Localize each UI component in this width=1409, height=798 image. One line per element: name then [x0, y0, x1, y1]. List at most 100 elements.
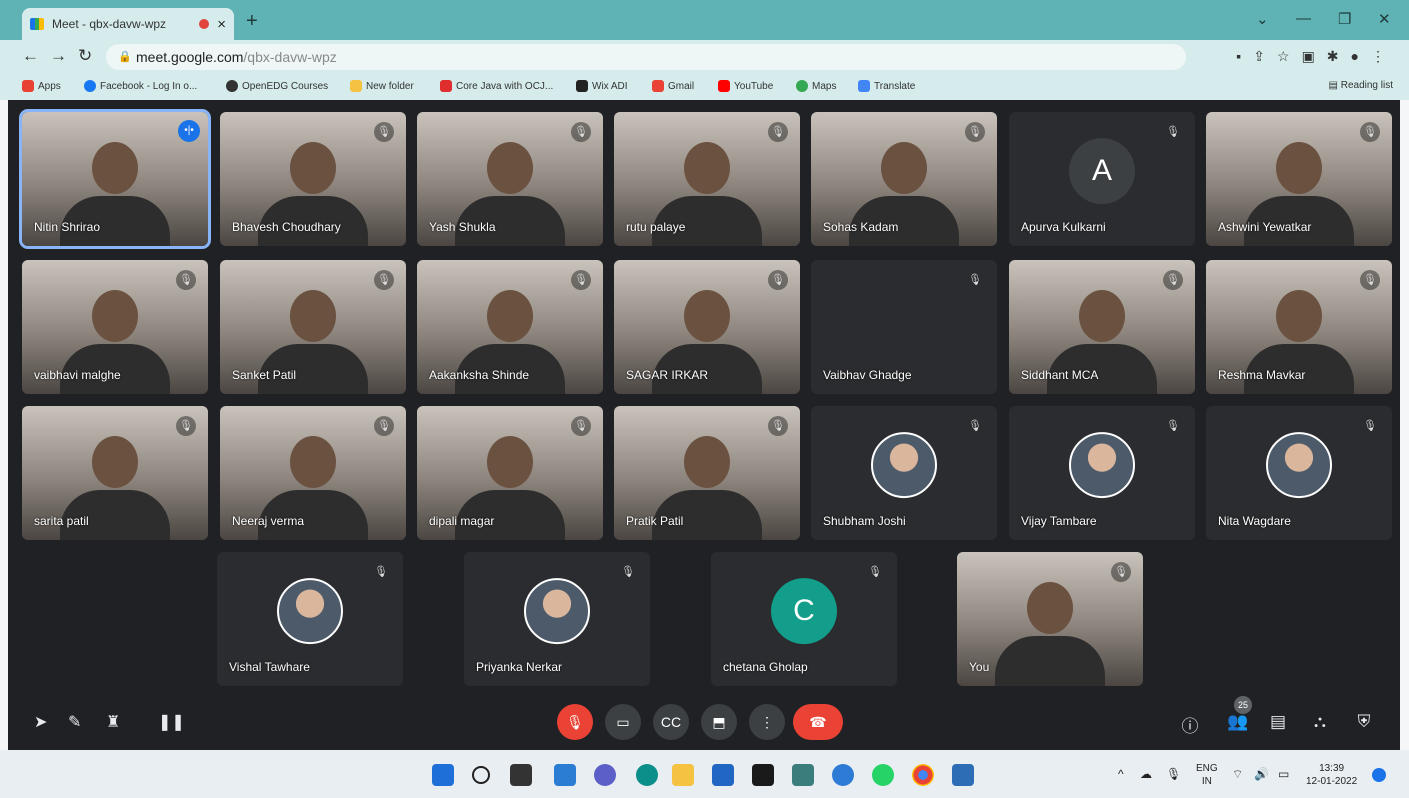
battery-icon[interactable]: ▭	[1278, 768, 1289, 781]
participant-tile[interactable]: 🎙 Reshma Mavkar	[1206, 260, 1392, 394]
participant-tile[interactable]: 🎙 You	[957, 552, 1143, 686]
address-bar-row: ← → ↻ 🔒 meet.google.com/qbx-davw-wpz ▪ ⇪…	[0, 40, 1409, 74]
participant-tile[interactable]: 🎙 Nita Wagdare	[1206, 406, 1392, 540]
bookmark-core-java[interactable]: Core Java with OCJ...	[440, 80, 553, 92]
browser-titlebar: Meet - qbx-davw-wpz × + ⌄ — ❐ ✕	[0, 0, 1409, 40]
participant-tile[interactable]: •|• Nitin Shrirao	[19, 109, 211, 249]
bookmark-facebook[interactable]: Facebook - Log In o...	[84, 80, 197, 92]
participant-tile[interactable]: C 🎙 chetana Gholap	[711, 552, 897, 686]
minimize-button[interactable]: —	[1296, 10, 1311, 27]
widgets-icon[interactable]	[554, 764, 576, 786]
participant-tile[interactable]: 🎙 rutu palaye	[614, 112, 800, 246]
participant-tile[interactable]: 🎙 Bhavesh Choudhary	[220, 112, 406, 246]
language-indicator[interactable]: ENG IN	[1196, 762, 1218, 788]
bookmark-translate[interactable]: Translate	[858, 80, 915, 92]
people-icon[interactable]: 👥	[1224, 712, 1252, 732]
search-icon[interactable]	[472, 766, 490, 784]
extension-icon[interactable]: ▣	[1302, 48, 1315, 65]
share-icon[interactable]: ⇪	[1253, 48, 1265, 65]
store-icon[interactable]	[712, 764, 734, 786]
app-icon[interactable]	[792, 764, 814, 786]
participant-tile[interactable]: 🎙 Pratik Patil	[614, 406, 800, 540]
puzzle-icon[interactable]: ✱	[1327, 48, 1339, 65]
participant-name: Sohas Kadam	[823, 220, 899, 234]
present-button[interactable]: ⬒	[701, 704, 737, 740]
mic-off-button[interactable]: 🎙	[557, 704, 593, 740]
camera-icon[interactable]: ▪	[1236, 48, 1241, 65]
task-view-icon[interactable]	[510, 764, 532, 786]
info-icon[interactable]: ⓘ	[1176, 712, 1204, 737]
close-window-button[interactable]: ✕	[1378, 10, 1391, 28]
back-button[interactable]: ←	[22, 46, 39, 66]
bookmark-gmail[interactable]: Gmail	[652, 80, 694, 92]
profile-avatar[interactable]: ●	[1351, 48, 1359, 65]
participant-tile[interactable]: 🎙 dipali magar	[417, 406, 603, 540]
bookmark-maps[interactable]: Maps	[796, 80, 836, 92]
participant-tile[interactable]: 🎙 Yash Shukla	[417, 112, 603, 246]
notification-icon[interactable]	[1372, 768, 1386, 782]
chrome-icon[interactable]	[912, 764, 934, 786]
help-icon[interactable]	[832, 764, 854, 786]
participant-tile[interactable]: 🎙 sarita patil	[22, 406, 208, 540]
participant-tile[interactable]: 🎙 vaibhavi malghe	[22, 260, 208, 394]
bookmark-openedg[interactable]: OpenEDG Courses	[226, 80, 328, 92]
bookmark-apps[interactable]: Apps	[22, 80, 61, 92]
browser-tab[interactable]: Meet - qbx-davw-wpz ×	[22, 8, 234, 40]
participant-tile[interactable]: 🎙 Siddhant MCA	[1009, 260, 1195, 394]
forward-button[interactable]: →	[50, 46, 67, 66]
captions-button[interactable]: CC	[653, 704, 689, 740]
chat-icon[interactable]: ▤	[1264, 712, 1292, 732]
tray-chevron-icon[interactable]: ^	[1118, 768, 1124, 781]
bookmark-new-folder[interactable]: New folder	[350, 80, 414, 92]
highlighter-icon[interactable]: ♜	[106, 712, 120, 732]
participant-tile[interactable]: 🎙 Ashwini Yewatkar	[1206, 112, 1392, 246]
dropbox-icon[interactable]	[752, 764, 774, 786]
pen-icon[interactable]: ✎	[68, 712, 81, 732]
participant-tile[interactable]: 🎙 Priyanka Nerkar	[464, 552, 650, 686]
photos-icon[interactable]	[952, 764, 974, 786]
edge-icon[interactable]	[636, 764, 658, 786]
url-field[interactable]: 🔒 meet.google.com/qbx-davw-wpz	[106, 44, 1186, 70]
participant-name: rutu palaye	[626, 220, 686, 234]
participant-tile[interactable]: 🎙 Neeraj verma	[220, 406, 406, 540]
activities-icon[interactable]: ⛬	[1306, 712, 1334, 732]
new-tab-button[interactable]: +	[246, 10, 258, 33]
reading-list[interactable]: ▤ Reading list	[1329, 80, 1394, 91]
volume-icon[interactable]: 🔊	[1254, 768, 1269, 781]
participant-tile[interactable]: 🎙 SAGAR IRKAR	[614, 260, 800, 394]
star-icon[interactable]: ☆	[1277, 48, 1290, 65]
participant-tile[interactable]: A 🎙 Apurva Kulkarni	[1009, 112, 1195, 246]
mic-muted-icon: 🎙	[1166, 126, 1180, 138]
windows-taskbar: ^ ☁ 🎙 ENG IN ⌔ 🔊 ▭ 13:39 12-01-2022	[0, 750, 1409, 798]
participant-tile[interactable]: 🎙 Vishal Tawhare	[217, 552, 403, 686]
participant-tile[interactable]: 🎙 Sanket Patil	[220, 260, 406, 394]
participant-tile[interactable]: 🎙 Sohas Kadam	[811, 112, 997, 246]
more-icon[interactable]: ⋮	[1371, 48, 1385, 65]
leave-call-button[interactable]: ☎	[793, 704, 843, 740]
participant-tile[interactable]: 🎙 Shubham Joshi	[811, 406, 997, 540]
teams-chat-icon[interactable]	[594, 764, 616, 786]
bookmark-wix[interactable]: Wix ADI	[576, 80, 628, 92]
participant-tile[interactable]: 🎙 Vaibhav Ghadge	[811, 260, 997, 394]
reload-button[interactable]: ↻	[78, 46, 92, 66]
participant-name: Nitin Shrirao	[34, 220, 101, 234]
more-options-button[interactable]: ⋮	[749, 704, 785, 740]
participant-tile[interactable]: 🎙 Aakanksha Shinde	[417, 260, 603, 394]
tray-app-icon[interactable]: ☁	[1140, 768, 1152, 781]
bookmark-youtube[interactable]: YouTube	[718, 80, 773, 92]
close-tab-icon[interactable]: ×	[217, 16, 226, 33]
chevron-down-icon[interactable]: ⌄	[1256, 10, 1269, 28]
cursor-icon[interactable]: ➤	[34, 712, 47, 732]
host-controls-icon[interactable]: ⛨	[1350, 712, 1378, 732]
clock[interactable]: 13:39 12-01-2022	[1306, 762, 1357, 788]
windows-start-icon[interactable]	[432, 764, 454, 786]
whatsapp-icon[interactable]	[872, 764, 894, 786]
participant-tile[interactable]: 🎙 Vijay Tambare	[1009, 406, 1195, 540]
language-code: ENG	[1196, 763, 1218, 774]
wifi-icon[interactable]: ⌔	[1232, 768, 1243, 781]
file-explorer-icon[interactable]	[672, 764, 694, 786]
tray-mic-icon[interactable]: 🎙	[1166, 768, 1181, 781]
maximize-button[interactable]: ❐	[1338, 10, 1351, 28]
pause-icon[interactable]: ❚❚	[158, 712, 185, 732]
camera-off-button[interactable]: ▭	[605, 704, 641, 740]
